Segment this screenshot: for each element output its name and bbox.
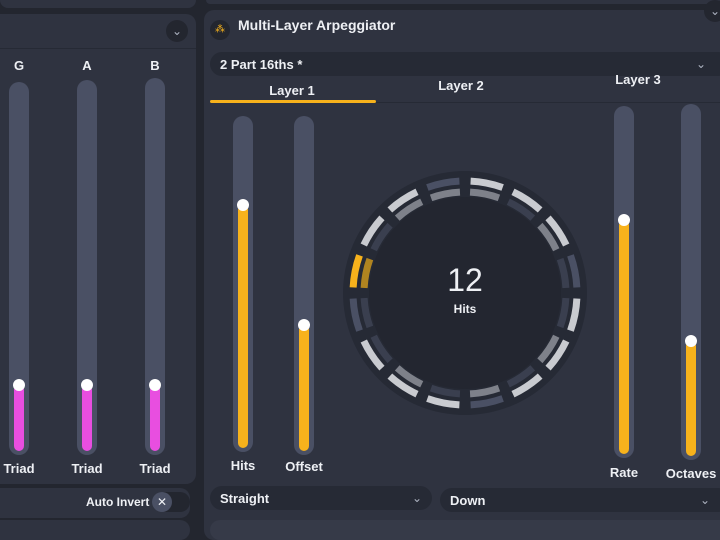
direction-value: Down (450, 492, 486, 508)
chord-b-slider[interactable] (145, 78, 165, 455)
rate-fill (619, 220, 629, 454)
chord-panel: ⌄ (0, 14, 196, 484)
chord-g-slider[interactable] (9, 82, 29, 455)
octaves-label: Octaves (665, 466, 717, 481)
hits-caption: Hits (453, 302, 477, 316)
chord-a-fill (82, 384, 92, 451)
mode-select[interactable]: Straight ⌄ (210, 486, 432, 510)
chord-a-slider[interactable] (77, 80, 97, 455)
direction-select[interactable]: Down ⌄ (440, 488, 720, 512)
chevron-down-icon[interactable]: ⌄ (166, 20, 188, 42)
auto-invert-label: Auto Invert (86, 495, 150, 509)
chord-b-fill (150, 384, 160, 451)
offset-fill (299, 325, 309, 451)
arp-lower-panel (210, 520, 720, 540)
rate-slider[interactable] (614, 106, 634, 458)
arpeggiator-dots-icon: ⁂ (210, 20, 230, 40)
chord-g-fill (14, 385, 24, 451)
chord-g-label: Triad (3, 461, 35, 476)
active-tab-indicator (210, 100, 376, 103)
rate-handle[interactable] (618, 214, 630, 227)
chord-a-label: Triad (71, 461, 103, 476)
hits-label: Hits (230, 458, 256, 473)
chord-lower-panel (0, 520, 190, 540)
panel-collapse-chevron-icon[interactable]: ⌄ (704, 0, 720, 22)
hits-value: 12 (447, 262, 483, 298)
chord-a-header: A (82, 58, 92, 73)
chord-a-handle[interactable] (81, 378, 93, 391)
upper-left-panel-edge (0, 0, 196, 8)
octaves-slider[interactable] (681, 104, 701, 460)
tab-layer-3[interactable]: Layer 3 (615, 72, 661, 87)
hits-fill (238, 205, 248, 448)
octaves-fill (686, 341, 696, 456)
offset-slider[interactable] (294, 116, 314, 455)
tab-layer-2[interactable]: Layer 2 (438, 78, 484, 93)
upper-right-panel-edge (206, 0, 720, 4)
arpeggiator-title: Multi-Layer Arpeggiator (238, 17, 396, 33)
close-icon: ✕ (152, 492, 172, 512)
chord-b-label: Triad (139, 461, 171, 476)
chevron-down-icon: ⌄ (411, 491, 422, 505)
offset-label: Offset (285, 459, 323, 474)
chord-header-divider (0, 48, 196, 49)
chevron-down-icon: ⌄ (695, 57, 706, 71)
chord-b-handle[interactable] (149, 378, 161, 391)
rate-label: Rate (609, 465, 639, 480)
preset-name: 2 Part 16ths * (220, 56, 303, 72)
chord-g-header: G (13, 58, 25, 73)
chord-b-header: B (150, 58, 160, 73)
tab-layer-1[interactable]: Layer 1 (269, 83, 315, 98)
chevron-down-icon: ⌄ (699, 493, 710, 507)
auto-invert-toggle[interactable]: ✕ (152, 492, 190, 512)
mode-value: Straight (220, 490, 270, 506)
hits-slider[interactable] (233, 116, 253, 452)
